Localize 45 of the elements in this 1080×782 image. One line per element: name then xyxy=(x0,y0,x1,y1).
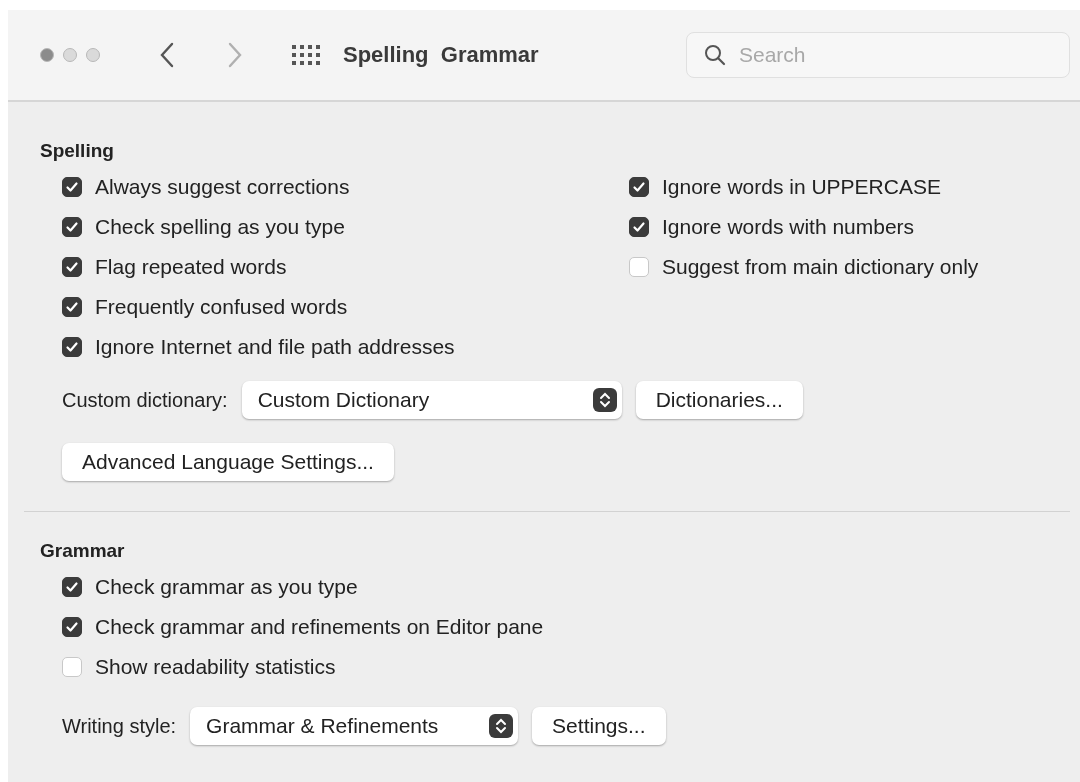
close-window-icon[interactable] xyxy=(40,48,54,62)
stepper-icon xyxy=(488,713,515,739)
checkbox[interactable] xyxy=(62,297,82,317)
checkmark-icon xyxy=(65,300,79,314)
writing-style-select[interactable]: Grammar & Refinements xyxy=(190,707,519,745)
checkbox-label[interactable]: Check spelling as you type xyxy=(95,215,345,239)
section-heading: Grammar xyxy=(40,540,126,562)
window-title: Spelling Grammar xyxy=(343,42,539,68)
checkmark-icon xyxy=(632,220,646,234)
checkbox[interactable] xyxy=(629,217,649,237)
grid-icon[interactable] xyxy=(291,44,321,66)
checkbox-label[interactable]: Always suggest corrections xyxy=(95,175,350,199)
checkmark-icon xyxy=(632,180,646,194)
checkbox-label[interactable]: Check grammar as you type xyxy=(95,575,358,599)
dictionary-select[interactable]: Custom Dictionary xyxy=(241,381,622,419)
checkbox-label[interactable]: Check grammar and refinements on Editor pane xyxy=(95,615,544,639)
checkmark-icon xyxy=(65,620,79,634)
search-field[interactable]: Search xyxy=(686,32,1070,78)
checkbox[interactable] xyxy=(62,257,82,277)
checkbox[interactable] xyxy=(62,577,82,597)
checkbox-label[interactable]: Show readability statistics xyxy=(95,655,336,679)
checkmark-icon xyxy=(65,340,79,354)
section-heading: Spelling xyxy=(40,140,115,162)
checkmark-icon xyxy=(65,580,79,594)
checkbox[interactable] xyxy=(62,217,82,237)
checkbox-label[interactable]: Ignore words in UPPERCASE xyxy=(662,175,941,199)
stepper-icon xyxy=(591,387,618,413)
search-icon xyxy=(704,44,726,66)
checkmark-icon xyxy=(65,180,79,194)
checkbox-label[interactable]: Frequently confused words xyxy=(95,295,348,319)
checkbox[interactable] xyxy=(629,177,649,197)
field-label: Custom dictionary: xyxy=(62,388,228,412)
checkbox-label[interactable]: Flag repeated words xyxy=(95,255,287,279)
checkbox[interactable] xyxy=(62,337,82,357)
checkbox-label[interactable]: Ignore Internet and file path addresses xyxy=(95,335,455,359)
checkmark-icon xyxy=(65,220,79,234)
checkbox-label[interactable]: Ignore words with numbers xyxy=(662,215,915,239)
checkmark-icon xyxy=(65,260,79,274)
settings-button[interactable]: Settings... xyxy=(532,707,666,745)
checkbox-label[interactable]: Suggest from main dictionary only xyxy=(662,255,979,279)
field-label: Writing style: xyxy=(62,714,177,738)
dictionaries-button[interactable]: Dictionaries... xyxy=(635,381,803,419)
checkbox[interactable] xyxy=(62,177,82,197)
checkbox[interactable] xyxy=(62,617,82,637)
advanced-settings-button[interactable]: Advanced Language Settings... xyxy=(62,443,394,481)
